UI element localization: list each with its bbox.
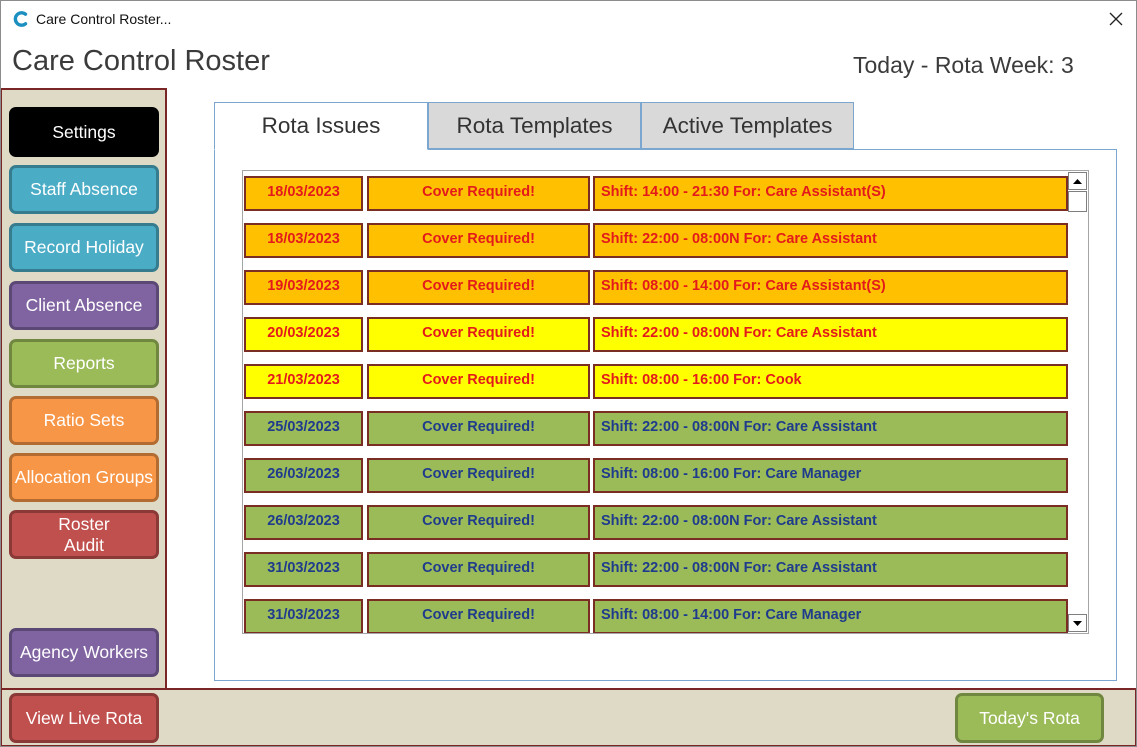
tab-rota-issues[interactable]: Rota Issues — [214, 102, 428, 150]
issue-shift[interactable]: Shift: 08:00 - 16:00 For: Care Manager — [593, 458, 1068, 493]
issue-shift[interactable]: Shift: 22:00 - 08:00N For: Care Assistan… — [593, 552, 1068, 587]
rota-issue-row[interactable]: 26/03/2023 Cover Required! Shift: 08:00 … — [244, 458, 1068, 493]
issue-date[interactable]: 31/03/2023 — [244, 552, 363, 587]
scroll-down-button[interactable] — [1068, 614, 1087, 632]
issue-status[interactable]: Cover Required! — [367, 599, 590, 633]
allocation-groups-button[interactable]: Allocation Groups — [9, 453, 159, 502]
rota-issue-row[interactable]: 18/03/2023 Cover Required! Shift: 22:00 … — [244, 223, 1068, 258]
tab-rota-templates[interactable]: Rota Templates — [428, 102, 641, 149]
ratio-sets-button[interactable]: Ratio Sets — [9, 396, 159, 445]
rota-issue-row[interactable]: 26/03/2023 Cover Required! Shift: 22:00 … — [244, 505, 1068, 540]
staff-absence-button[interactable]: Staff Absence — [9, 165, 159, 214]
issue-shift[interactable]: Shift: 22:00 - 08:00N For: Care Assistan… — [593, 317, 1068, 352]
bottom-bar: View Live Rota Today's Rota — [0, 688, 1137, 747]
window-title: Care Control Roster... — [36, 11, 172, 27]
rota-issue-row[interactable]: 18/03/2023 Cover Required! Shift: 14:00 … — [244, 176, 1068, 211]
client-absence-button[interactable]: Client Absence — [9, 281, 159, 330]
tab-active-templates[interactable]: Active Templates — [641, 102, 854, 149]
reports-button[interactable]: Reports — [9, 339, 159, 388]
rota-issues-list[interactable]: 18/03/2023 Cover Required! Shift: 14:00 … — [242, 170, 1089, 634]
scroll-up-icon — [1073, 178, 1082, 184]
issue-status[interactable]: Cover Required! — [367, 364, 590, 399]
issue-date[interactable]: 21/03/2023 — [244, 364, 363, 399]
vertical-scrollbar[interactable] — [1068, 171, 1087, 633]
issue-status[interactable]: Cover Required! — [367, 270, 590, 305]
roster-audit-button[interactable]: Roster Audit — [9, 510, 159, 559]
rota-issue-row[interactable]: 25/03/2023 Cover Required! Shift: 22:00 … — [244, 411, 1068, 446]
sidebar: Settings Staff Absence Record Holiday Cl… — [0, 88, 167, 689]
rota-issues-rows: 18/03/2023 Cover Required! Shift: 14:00 … — [244, 176, 1068, 633]
rota-issue-row[interactable]: 31/03/2023 Cover Required! Shift: 22:00 … — [244, 552, 1068, 587]
issue-shift[interactable]: Shift: 08:00 - 14:00 For: Care Manager — [593, 599, 1068, 633]
rota-issue-row[interactable]: 21/03/2023 Cover Required! Shift: 08:00 … — [244, 364, 1068, 399]
issue-status[interactable]: Cover Required! — [367, 505, 590, 540]
issue-status[interactable]: Cover Required! — [367, 223, 590, 258]
rota-issues-panel: 18/03/2023 Cover Required! Shift: 14:00 … — [214, 149, 1117, 681]
issue-status[interactable]: Cover Required! — [367, 458, 590, 493]
close-icon[interactable] — [1109, 12, 1123, 26]
issue-shift[interactable]: Shift: 08:00 - 14:00 For: Care Assistant… — [593, 270, 1068, 305]
issue-date[interactable]: 19/03/2023 — [244, 270, 363, 305]
issue-date[interactable]: 18/03/2023 — [244, 176, 363, 211]
issue-status[interactable]: Cover Required! — [367, 176, 590, 211]
page-title: Care Control Roster — [12, 45, 270, 77]
scroll-up-button[interactable] — [1068, 172, 1087, 190]
todays-rota-button[interactable]: Today's Rota — [955, 693, 1104, 743]
issue-status[interactable]: Cover Required! — [367, 411, 590, 446]
issue-shift[interactable]: Shift: 14:00 - 21:30 For: Care Assistant… — [593, 176, 1068, 211]
rota-issue-row[interactable]: 19/03/2023 Cover Required! Shift: 08:00 … — [244, 270, 1068, 305]
rota-week-label: Today - Rota Week: 3 — [853, 52, 1074, 78]
issue-shift[interactable]: Shift: 22:00 - 08:00N For: Care Assistan… — [593, 505, 1068, 540]
issue-status[interactable]: Cover Required! — [367, 317, 590, 352]
issue-shift[interactable]: Shift: 08:00 - 16:00 For: Cook — [593, 364, 1068, 399]
issue-shift[interactable]: Shift: 22:00 - 08:00N For: Care Assistan… — [593, 411, 1068, 446]
issue-date[interactable]: 18/03/2023 — [244, 223, 363, 258]
app-logo-icon — [13, 10, 29, 28]
scrollbar-thumb[interactable] — [1068, 191, 1087, 212]
view-live-rota-button[interactable]: View Live Rota — [9, 693, 159, 743]
issue-date[interactable]: 31/03/2023 — [244, 599, 363, 633]
issue-status[interactable]: Cover Required! — [367, 552, 590, 587]
agency-workers-button[interactable]: Agency Workers — [9, 628, 159, 677]
record-holiday-button[interactable]: Record Holiday — [9, 223, 159, 272]
issue-date[interactable]: 26/03/2023 — [244, 505, 363, 540]
issue-date[interactable]: 25/03/2023 — [244, 411, 363, 446]
rota-issue-row[interactable]: 20/03/2023 Cover Required! Shift: 22:00 … — [244, 317, 1068, 352]
scroll-down-icon — [1073, 620, 1082, 626]
rota-issue-row[interactable]: 31/03/2023 Cover Required! Shift: 08:00 … — [244, 599, 1068, 633]
issue-shift[interactable]: Shift: 22:00 - 08:00N For: Care Assistan… — [593, 223, 1068, 258]
issue-date[interactable]: 20/03/2023 — [244, 317, 363, 352]
settings-button[interactable]: Settings — [9, 107, 159, 157]
title-bar: Care Control Roster... — [0, 0, 1137, 38]
issue-date[interactable]: 26/03/2023 — [244, 458, 363, 493]
